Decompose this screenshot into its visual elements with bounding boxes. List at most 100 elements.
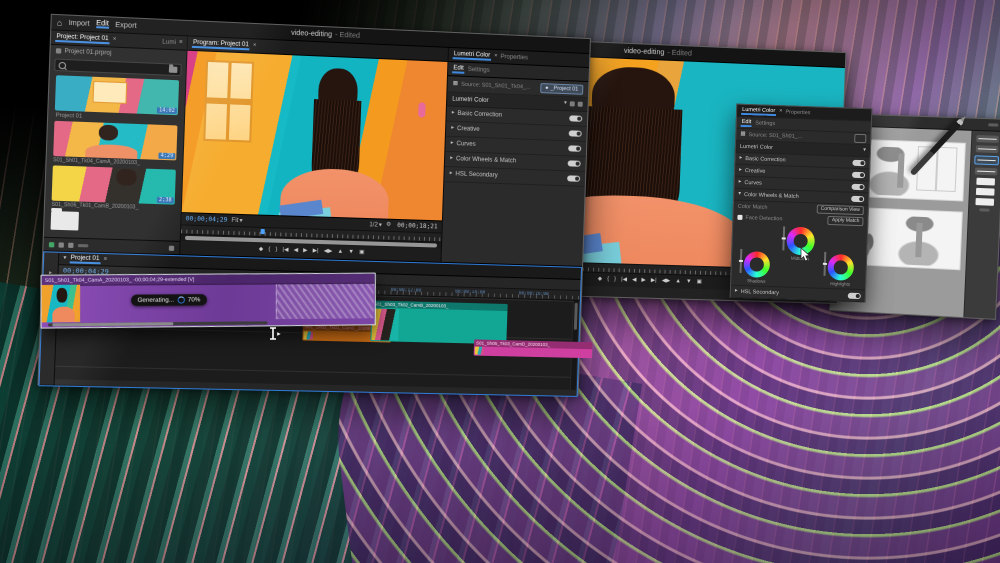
transport-button[interactable]: { — [268, 247, 270, 253]
transport-button[interactable]: ▶| — [313, 249, 319, 255]
generative-extend-clip[interactable]: S01_Sh01_Tk04_CamA_20200103_ -00;00;04;2… — [41, 273, 376, 329]
section-toggle[interactable] — [567, 175, 580, 181]
clip-thumbnail-2[interactable]: 2;38 — [52, 165, 176, 204]
transport-button[interactable]: ▶ — [641, 278, 646, 284]
tab-project[interactable]: Project: Project 01 — [55, 33, 110, 45]
section-color-wheels[interactable]: Color Wheels & Match — [744, 192, 799, 200]
clip-scrollbar[interactable] — [48, 321, 267, 326]
section-toggle[interactable] — [848, 292, 861, 298]
transport-button[interactable]: } — [275, 248, 277, 254]
reset-icon[interactable] — [578, 102, 583, 107]
brush-preset-active[interactable] — [974, 155, 999, 165]
tab-edit[interactable]: Edit — [452, 64, 465, 74]
preset-select[interactable]: Lumetri Color — [452, 96, 489, 104]
section-curves[interactable]: Curves — [744, 180, 762, 187]
transport-button[interactable]: ▼ — [686, 279, 692, 285]
face-detection-checkbox[interactable] — [737, 215, 742, 220]
transport-button[interactable]: } — [614, 277, 616, 283]
tab-program[interactable]: Program: Project 01 — [192, 39, 250, 51]
section-toggle[interactable] — [569, 130, 582, 136]
pen-tool-icon[interactable] — [49, 242, 55, 247]
clip-teal[interactable]: S01_Sh03_Tk02_CamB_20200103_ — [370, 300, 507, 344]
close-icon[interactable]: × — [494, 54, 497, 60]
zoom-slider[interactable] — [78, 243, 89, 246]
menu-edit[interactable]: Edit — [96, 20, 109, 29]
transport-button[interactable]: ▼ — [348, 250, 354, 256]
transport-button[interactable]: { — [607, 277, 609, 283]
transport-button[interactable]: ◆ — [598, 277, 603, 283]
bin-name[interactable]: Project 01 — [56, 113, 83, 120]
close-icon[interactable]: × — [779, 109, 782, 115]
chevron-down-icon[interactable]: ▾ — [564, 101, 567, 107]
rail-slider[interactable] — [979, 208, 989, 211]
folder-item[interactable] — [51, 211, 79, 231]
section-toggle[interactable] — [568, 145, 581, 151]
transport-button[interactable]: ▣ — [359, 250, 365, 256]
settings-wrench-icon[interactable]: ⚙ — [386, 222, 391, 228]
clip-thumbnail-1[interactable]: 4;29 — [53, 121, 177, 161]
brush-preset[interactable] — [976, 145, 999, 153]
chevron-right-icon[interactable]: ▸ — [739, 180, 742, 186]
menu-import[interactable]: Import — [68, 19, 89, 27]
panel-menu-icon[interactable]: ≡ — [179, 40, 183, 46]
resolution-dropdown[interactable]: 1/2 ▾ — [369, 221, 382, 228]
transport-button[interactable]: ◀ — [293, 248, 298, 254]
color-swatch[interactable] — [976, 188, 995, 196]
chevron-right-icon[interactable]: ▸ — [451, 141, 454, 147]
close-icon[interactable]: × — [113, 37, 117, 43]
section-toggle[interactable] — [851, 195, 864, 201]
tab-sequence[interactable]: Project 01 — [69, 254, 100, 264]
midtones-slider[interactable] — [782, 226, 785, 250]
tab-properties[interactable]: Properties — [500, 54, 528, 61]
transport-button[interactable]: ▲ — [337, 249, 343, 255]
section-basic-correction[interactable]: Basic Correction — [745, 156, 786, 163]
new-item-icon[interactable] — [169, 245, 174, 250]
clip-pink[interactable]: S01_Sh05_Tk03_CamD_20200103_ — [474, 339, 593, 358]
clip-selector-button[interactable]: ● _Project 01 — [540, 83, 583, 95]
tab-lumetri-color[interactable]: Lumetri Color — [741, 106, 776, 116]
section-toggle[interactable] — [852, 171, 865, 177]
section-hsl-secondary[interactable]: HSL Secondary — [455, 171, 497, 179]
list-view-icon[interactable] — [58, 242, 64, 247]
transport-button[interactable]: ▣ — [696, 280, 701, 286]
transport-button[interactable]: ▶ — [303, 248, 308, 254]
apply-match-button[interactable]: Apply Match — [828, 216, 864, 226]
search-box[interactable] — [54, 59, 182, 77]
chevron-right-icon[interactable]: ▸ — [451, 126, 454, 132]
tab-settings[interactable]: Settings — [468, 66, 490, 73]
section-color-wheels[interactable]: Color Wheels & Match — [456, 156, 516, 164]
brush-preset[interactable] — [975, 167, 998, 175]
brush-preset[interactable] — [976, 135, 999, 143]
compare-icon[interactable] — [570, 101, 575, 106]
shadows-wheel[interactable] — [743, 251, 770, 278]
section-hsl-secondary[interactable]: HSL Secondary — [741, 288, 780, 295]
chevron-right-icon[interactable]: ▸ — [452, 111, 455, 117]
tab-properties[interactable]: Properties — [785, 109, 810, 116]
playhead[interactable] — [260, 229, 264, 234]
chevron-down-icon[interactable]: ▾ — [863, 148, 866, 154]
close-icon[interactable]: × — [253, 43, 257, 49]
transport-button[interactable]: |◀ — [621, 277, 627, 283]
tab-edit[interactable]: Edit — [741, 118, 753, 127]
bin-thumbnail[interactable]: 14;02 — [55, 75, 179, 115]
color-swatch[interactable] — [975, 198, 994, 206]
section-toggle[interactable] — [569, 115, 582, 122]
transport-button[interactable]: ◀▶ — [662, 279, 671, 285]
transport-button[interactable]: ▲ — [675, 279, 681, 285]
chevron-right-icon[interactable]: ▸ — [739, 156, 742, 162]
panel-menu-icon[interactable]: ≡ — [104, 257, 108, 263]
preset-select[interactable]: Lumetri Color — [740, 143, 773, 150]
highlights-wheel[interactable] — [827, 254, 854, 281]
tab-lumi-truncated[interactable]: Lumi — [162, 39, 176, 46]
section-creative[interactable]: Creative — [745, 168, 766, 175]
clip-selector-button[interactable] — [854, 134, 866, 143]
chevron-down-icon[interactable]: ▾ — [738, 192, 741, 198]
section-toggle[interactable] — [852, 159, 865, 165]
shadows-slider[interactable] — [740, 249, 743, 273]
comparison-view-button[interactable]: Comparison View — [817, 205, 864, 216]
highlights-slider[interactable] — [823, 252, 826, 276]
tab-settings[interactable]: Settings — [755, 120, 775, 127]
section-basic-correction[interactable]: Basic Correction — [457, 111, 502, 119]
chevron-right-icon[interactable]: ▸ — [450, 156, 453, 162]
new-bin-icon[interactable] — [169, 66, 178, 73]
